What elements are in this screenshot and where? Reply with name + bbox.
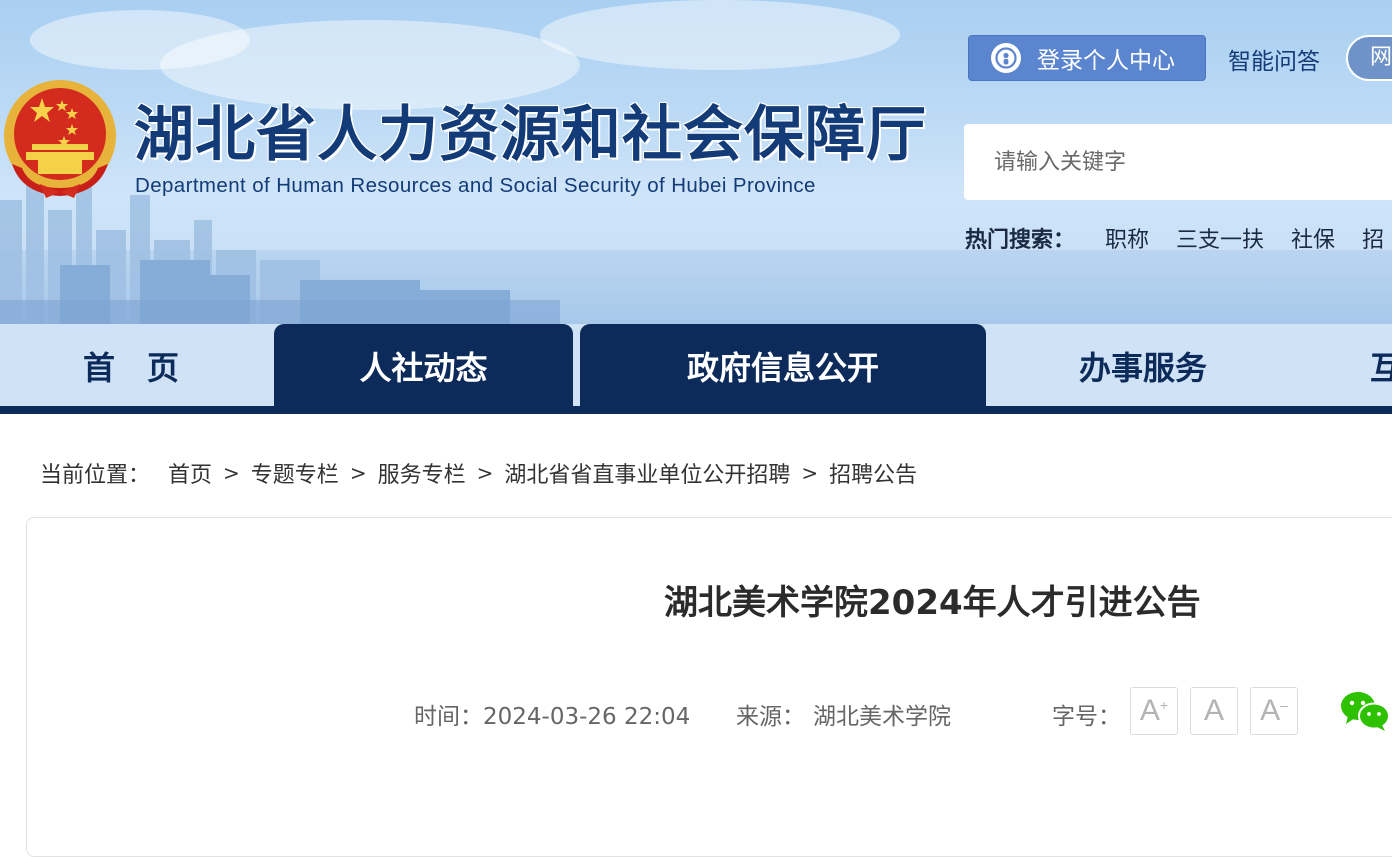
source-label: 来源： [736, 704, 805, 730]
source-value: 湖北美术学院 [813, 704, 951, 730]
time-label: 时间： [414, 704, 483, 730]
font-increase-button[interactable]: A + [1130, 687, 1178, 735]
hot-search-item[interactable]: 三支一扶 [1176, 222, 1264, 254]
breadcrumb-separator: > [801, 461, 819, 485]
nav-item-home[interactable]: 首 页 [0, 324, 262, 408]
breadcrumb-link[interactable]: 湖北省省直事业单位公开招聘 [504, 457, 790, 489]
banner-cloud [540, 0, 900, 70]
article-source: 来源： 湖北美术学院 [736, 697, 951, 731]
time-value: 2024-03-26 22:04 [483, 704, 691, 730]
breadcrumb-label: 当前位置： [40, 463, 151, 488]
font-decrease-button[interactable]: A – [1250, 687, 1298, 735]
article-time: 时间：2024-03-26 22:04 [414, 697, 690, 731]
breadcrumb-link[interactable]: 专题专栏 [251, 457, 339, 489]
nav-item-interaction[interactable]: 互 [1370, 324, 1392, 408]
breadcrumb-link[interactable]: 首页 [168, 457, 212, 489]
smart-qa-link[interactable]: 智能问答 [1228, 42, 1320, 76]
site-subtitle: Department of Human Resources and Social… [135, 174, 816, 197]
banner-cloud [30, 10, 250, 70]
hot-search-label: 热门搜索： [965, 228, 1076, 253]
nav-item-hrss-news[interactable]: 人社动态 [274, 324, 573, 408]
user-icon [991, 43, 1021, 73]
hot-search-bar: 热门搜索： 职称 三支一扶 社保 招 [965, 222, 1392, 254]
hot-search-item[interactable]: 职称 [1105, 222, 1149, 254]
site-title: 湖北省人力资源和社会保障厅 [134, 100, 927, 170]
breadcrumb-link[interactable]: 服务专栏 [378, 457, 466, 489]
search-input[interactable] [964, 124, 1392, 200]
nav-item-services[interactable]: 办事服务 [990, 324, 1296, 408]
hot-search-item[interactable]: 招 [1362, 222, 1384, 254]
font-size-label: 字号： [1052, 704, 1121, 730]
net-button[interactable]: 网 [1346, 35, 1392, 81]
breadcrumb-separator: > [349, 461, 367, 485]
breadcrumb-separator: > [223, 461, 240, 485]
login-label: 登录个人中心 [1037, 48, 1175, 74]
nav-item-gov-info[interactable]: 政府信息公开 [580, 324, 986, 408]
breadcrumb-separator: > [476, 461, 494, 485]
font-default-button[interactable]: A [1190, 687, 1238, 735]
login-personal-center-button[interactable]: 登录个人中心 [968, 35, 1206, 81]
national-emblem-logo [4, 80, 116, 198]
breadcrumb-link[interactable]: 招聘公告 [829, 457, 917, 489]
hot-search-item[interactable]: 社保 [1291, 222, 1335, 254]
wechat-icon[interactable] [1340, 690, 1390, 732]
nav-bottom-bar [0, 406, 1392, 414]
article-card [26, 517, 1392, 857]
article-title: 湖北美术学院2024年人才引进公告 [664, 583, 1201, 623]
header-banner: 湖北省人力资源和社会保障厅 Department of Human Resour… [0, 0, 1392, 324]
main-nav: 首 页 人社动态 政府信息公开 办事服务 互 [0, 324, 1392, 408]
breadcrumb: 当前位置： 首页 > 专题专栏 > 服务专栏 > 湖北省省直事业单位公开招聘 >… [40, 456, 917, 490]
